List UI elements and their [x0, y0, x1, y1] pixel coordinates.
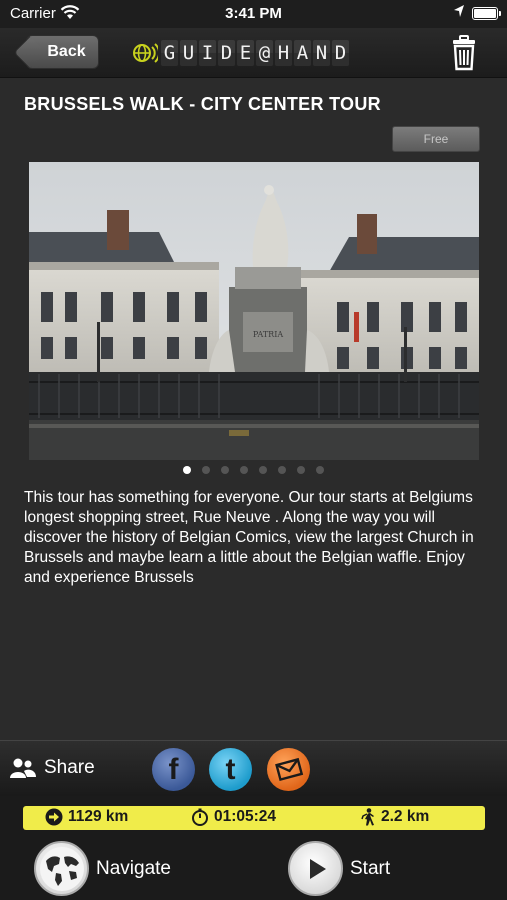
logo-letter: @ — [256, 40, 273, 66]
duration-value: 01:05:24 — [214, 808, 277, 825]
email-share-button[interactable] — [267, 748, 310, 791]
page-dot[interactable] — [221, 466, 229, 474]
navigate-button[interactable]: Navigate — [34, 841, 171, 896]
tour-description: This tour has something for everyone. Ou… — [24, 489, 474, 586]
facebook-share-button[interactable]: f — [152, 748, 195, 791]
tour-photo[interactable]: PATRIA — [29, 162, 479, 460]
tour-title: BRUSSELS WALK - CITY CENTER TOUR — [24, 94, 381, 114]
share-label: Share — [44, 757, 95, 778]
logo-letter: G — [161, 40, 178, 66]
twitter-share-button[interactable]: t — [209, 748, 252, 791]
distance-value: 1129 km — [68, 808, 129, 825]
arrow-circle-icon — [45, 808, 63, 826]
logo-letter: I — [199, 40, 216, 66]
page-dot[interactable] — [259, 466, 267, 474]
bottom-panel: 1129 km 01:05:24 2.2 km Navigate Start — [0, 796, 507, 900]
logo-letter: D — [332, 40, 349, 66]
facebook-icon: f — [168, 753, 179, 786]
nav-bar: Back G U I D E @ H A N D — [0, 28, 507, 78]
people-icon — [10, 758, 36, 778]
page-dot[interactable] — [240, 466, 248, 474]
page-dot[interactable] — [183, 466, 191, 474]
globe-signal-icon — [133, 43, 158, 63]
walk-length-value: 2.2 km — [381, 808, 430, 825]
page-dot[interactable] — [297, 466, 305, 474]
page-dot[interactable] — [278, 466, 286, 474]
tour-photo-image: PATRIA — [29, 162, 479, 460]
share-label-group: Share — [10, 757, 95, 779]
status-bar: Carrier 3:41 PM — [0, 0, 507, 28]
logo-letter: E — [237, 40, 254, 66]
play-icon — [288, 841, 343, 896]
stopwatch-icon — [192, 808, 208, 826]
logo-wordmark: G U I D E @ H A N D — [161, 40, 351, 66]
monument-inscription: PATRIA — [253, 330, 284, 339]
page-dot[interactable] — [202, 466, 210, 474]
navigate-label: Navigate — [96, 857, 171, 879]
logo-letter: D — [218, 40, 235, 66]
walking-person-icon — [361, 808, 374, 826]
start-label: Start — [350, 857, 391, 879]
walk-length-stat: 2.2 km — [360, 808, 429, 826]
gallery-page-indicator[interactable] — [0, 466, 507, 474]
share-bar: Share f t — [0, 740, 507, 796]
back-button-label: Back — [47, 43, 86, 60]
back-button[interactable]: Back — [26, 35, 99, 69]
app-logo: G U I D E @ H A N D — [130, 39, 351, 67]
logo-letter: U — [180, 40, 197, 66]
location-arrow-icon — [454, 5, 464, 17]
page-dot[interactable] — [316, 466, 324, 474]
start-button[interactable]: Start — [288, 841, 390, 896]
tour-stats-bar: 1129 km 01:05:24 2.2 km — [23, 806, 485, 830]
logo-letter: A — [294, 40, 311, 66]
twitter-icon: t — [225, 753, 236, 786]
logo-letter: N — [313, 40, 330, 66]
distance-stat: 1129 km — [45, 808, 128, 826]
trash-icon[interactable] — [451, 35, 477, 71]
world-map-icon — [34, 841, 89, 896]
price-badge: Free — [392, 126, 480, 152]
duration-stat: 01:05:24 — [191, 808, 276, 826]
clock: 3:41 PM — [225, 5, 282, 22]
email-icon — [275, 757, 304, 782]
logo-letter: H — [275, 40, 292, 66]
battery-icon — [472, 7, 501, 20]
